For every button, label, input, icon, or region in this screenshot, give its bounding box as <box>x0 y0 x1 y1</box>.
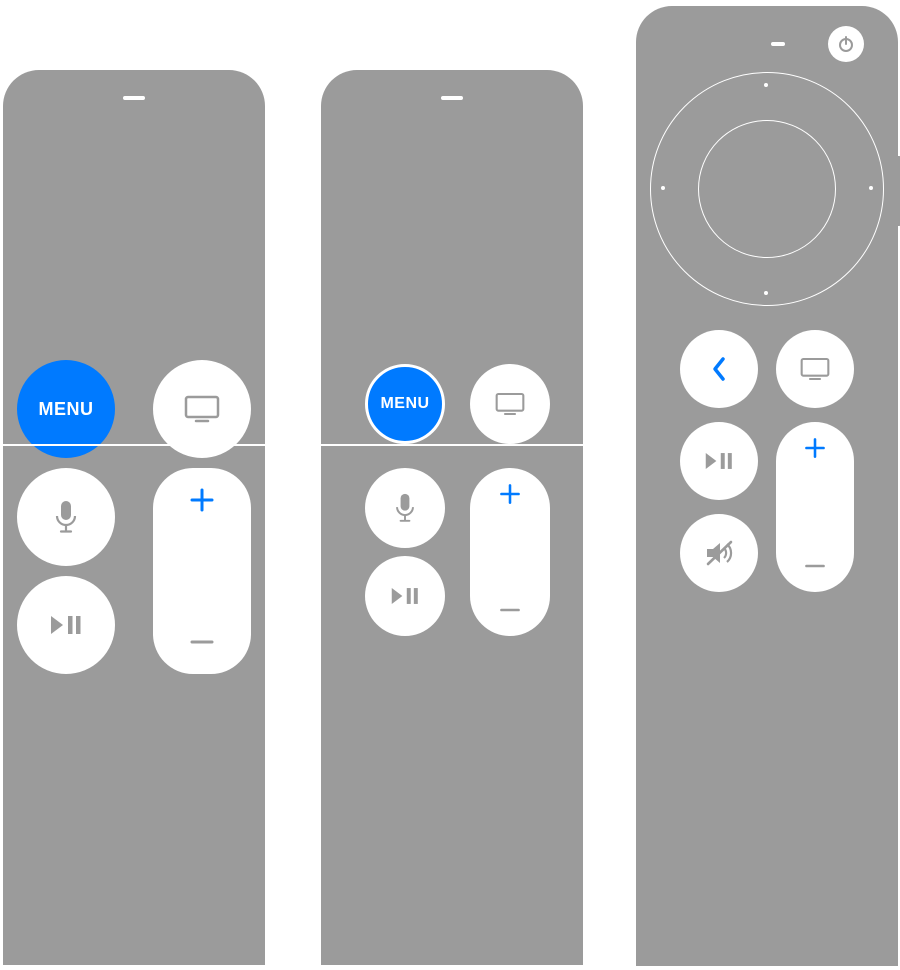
play-pause-button[interactable] <box>680 422 758 500</box>
remote-1st-gen-large: MENU <box>3 70 265 965</box>
clickpad-dot-up <box>764 83 768 87</box>
play-pause-icon <box>390 586 420 606</box>
divider <box>321 444 583 446</box>
volume-up-icon <box>188 486 216 514</box>
clickpad-dot-right <box>869 186 873 190</box>
status-led <box>123 96 145 100</box>
tv-icon <box>495 392 525 416</box>
volume-rocker[interactable] <box>470 468 550 636</box>
remote-2nd-gen <box>636 6 898 966</box>
menu-button[interactable]: MENU <box>365 364 445 444</box>
back-button[interactable] <box>680 330 758 408</box>
power-button[interactable] <box>828 26 864 62</box>
remote-1st-gen-small: MENU <box>321 70 583 965</box>
play-pause-icon <box>49 614 83 636</box>
menu-label: MENU <box>380 395 429 413</box>
status-led <box>771 42 785 46</box>
mic-icon <box>395 493 415 523</box>
menu-label: MENU <box>39 399 94 420</box>
divider <box>3 444 265 446</box>
volume-up-icon <box>498 482 522 506</box>
mic-button[interactable] <box>365 468 445 548</box>
mic-button[interactable] <box>17 468 115 566</box>
tv-icon <box>184 395 220 423</box>
mic-icon <box>55 500 77 534</box>
volume-up-icon <box>803 436 827 460</box>
volume-down-icon <box>498 598 522 622</box>
clickpad-dot-left <box>661 186 665 190</box>
volume-down-icon <box>803 554 827 578</box>
play-pause-button[interactable] <box>365 556 445 636</box>
volume-rocker[interactable] <box>153 468 251 674</box>
clickpad-dot-down <box>764 291 768 295</box>
tv-button[interactable] <box>776 330 854 408</box>
tv-icon <box>800 357 830 381</box>
power-icon <box>837 35 855 53</box>
clickpad-center[interactable] <box>698 120 836 258</box>
play-pause-button[interactable] <box>17 576 115 674</box>
mute-icon <box>704 539 734 567</box>
play-pause-icon <box>704 451 734 471</box>
status-led <box>441 96 463 100</box>
chevron-left-icon <box>711 356 727 382</box>
tv-button[interactable] <box>470 364 550 444</box>
mute-button[interactable] <box>680 514 758 592</box>
volume-rocker[interactable] <box>776 422 854 592</box>
volume-down-icon <box>188 628 216 656</box>
